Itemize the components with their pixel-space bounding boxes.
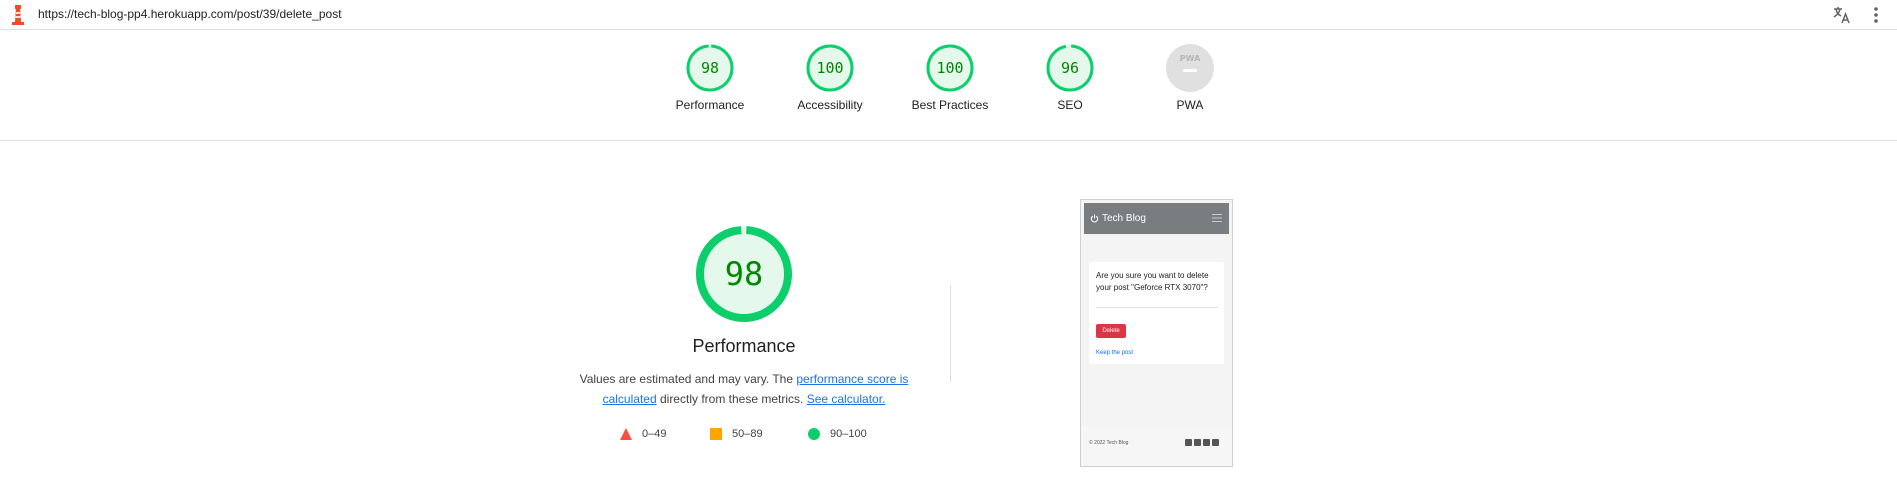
pwa-badge-text: PWA — [1180, 54, 1201, 63]
performance-description: Values are estimated and may vary. The p… — [570, 369, 918, 409]
thumbnail-keep-link: Keep the post — [1096, 350, 1134, 356]
instagram-icon — [1203, 439, 1210, 446]
thumbnail-card-divider — [1096, 307, 1218, 308]
legend-average-range: 50–89 — [732, 428, 763, 440]
performance-score-large: 98 — [725, 255, 764, 293]
gauge-performance-label: Performance — [675, 98, 745, 112]
youtube-icon — [1212, 439, 1219, 446]
section-divider — [950, 285, 951, 382]
url-bar: https://tech-blog-pp4.herokuapp.com/post… — [0, 0, 1897, 30]
thumbnail-question: Are you sure you want to delete your pos… — [1096, 271, 1209, 292]
score-summary: 98 Performance 100 Accessibility 100 Bes… — [0, 31, 1897, 141]
legend-fail-range: 0–49 — [642, 428, 667, 440]
gauge-seo[interactable]: 96 SEO — [1010, 43, 1130, 112]
gauge-performance-ring: 98 — [686, 44, 734, 92]
average-square-icon — [710, 428, 722, 440]
performance-gauge-large: 98 — [696, 226, 792, 322]
thumbnail-navbar: Tech Blog — [1084, 203, 1229, 234]
gauge-pwa-label: PWA — [1176, 98, 1204, 112]
gauge-accessibility-label: Accessibility — [797, 98, 863, 112]
gauge-performance[interactable]: 98 Performance — [650, 43, 770, 112]
hamburger-icon — [1212, 214, 1222, 222]
gauge-seo-score: 96 — [1061, 59, 1079, 77]
fail-triangle-icon — [620, 428, 632, 440]
thumbnail-social-icons — [1185, 439, 1219, 446]
performance-title: Performance — [692, 336, 796, 356]
twitter-icon — [1194, 439, 1201, 446]
lighthouse-icon — [12, 5, 24, 25]
thumbnail-delete-card: Are you sure you want to delete your pos… — [1089, 262, 1224, 364]
translate-icon[interactable] — [1831, 4, 1853, 26]
gauge-best-practices[interactable]: 100 Best Practices — [890, 43, 1010, 112]
thumbnail-copyright: © 2022 Tech Blog — [1089, 440, 1129, 446]
power-icon — [1090, 214, 1099, 223]
gauge-best-practices-score: 100 — [936, 59, 963, 77]
gauge-pwa[interactable]: PWA PWA — [1130, 43, 1250, 112]
legend-pass-range: 90–100 — [830, 428, 867, 440]
gauge-best-practices-ring: 100 — [926, 44, 974, 92]
more-vertical-icon[interactable] — [1866, 5, 1886, 25]
gauge-best-practices-label: Best Practices — [911, 98, 989, 112]
legend-pass: 90–100 — [808, 428, 867, 440]
thumbnail-footer: © 2022 Tech Blog — [1081, 426, 1232, 466]
final-screenshot[interactable]: Tech Blog Are you sure you want to delet… — [1080, 199, 1233, 467]
gauge-accessibility[interactable]: 100 Accessibility — [770, 43, 890, 112]
url-text[interactable]: https://tech-blog-pp4.herokuapp.com/post… — [38, 7, 342, 21]
thumbnail-delete-button: Delete — [1096, 324, 1126, 338]
pass-circle-icon — [808, 428, 820, 440]
desc-prefix: Values are estimated and may vary. The — [579, 372, 797, 386]
see-calculator-link[interactable]: See calculator. — [807, 392, 886, 406]
legend-average: 50–89 — [710, 428, 763, 440]
gauge-accessibility-score: 100 — [816, 59, 843, 77]
desc-middle: directly from these metrics. — [656, 392, 807, 406]
gauge-seo-label: SEO — [1057, 98, 1083, 112]
legend-fail: 0–49 — [620, 428, 666, 440]
gauge-seo-ring: 96 — [1046, 44, 1094, 92]
gauge-accessibility-ring: 100 — [806, 44, 854, 92]
thumbnail-brand: Tech Blog — [1102, 213, 1146, 224]
gauge-performance-score: 98 — [701, 59, 719, 77]
pwa-badge-icon: PWA — [1166, 44, 1214, 92]
facebook-icon — [1185, 439, 1192, 446]
